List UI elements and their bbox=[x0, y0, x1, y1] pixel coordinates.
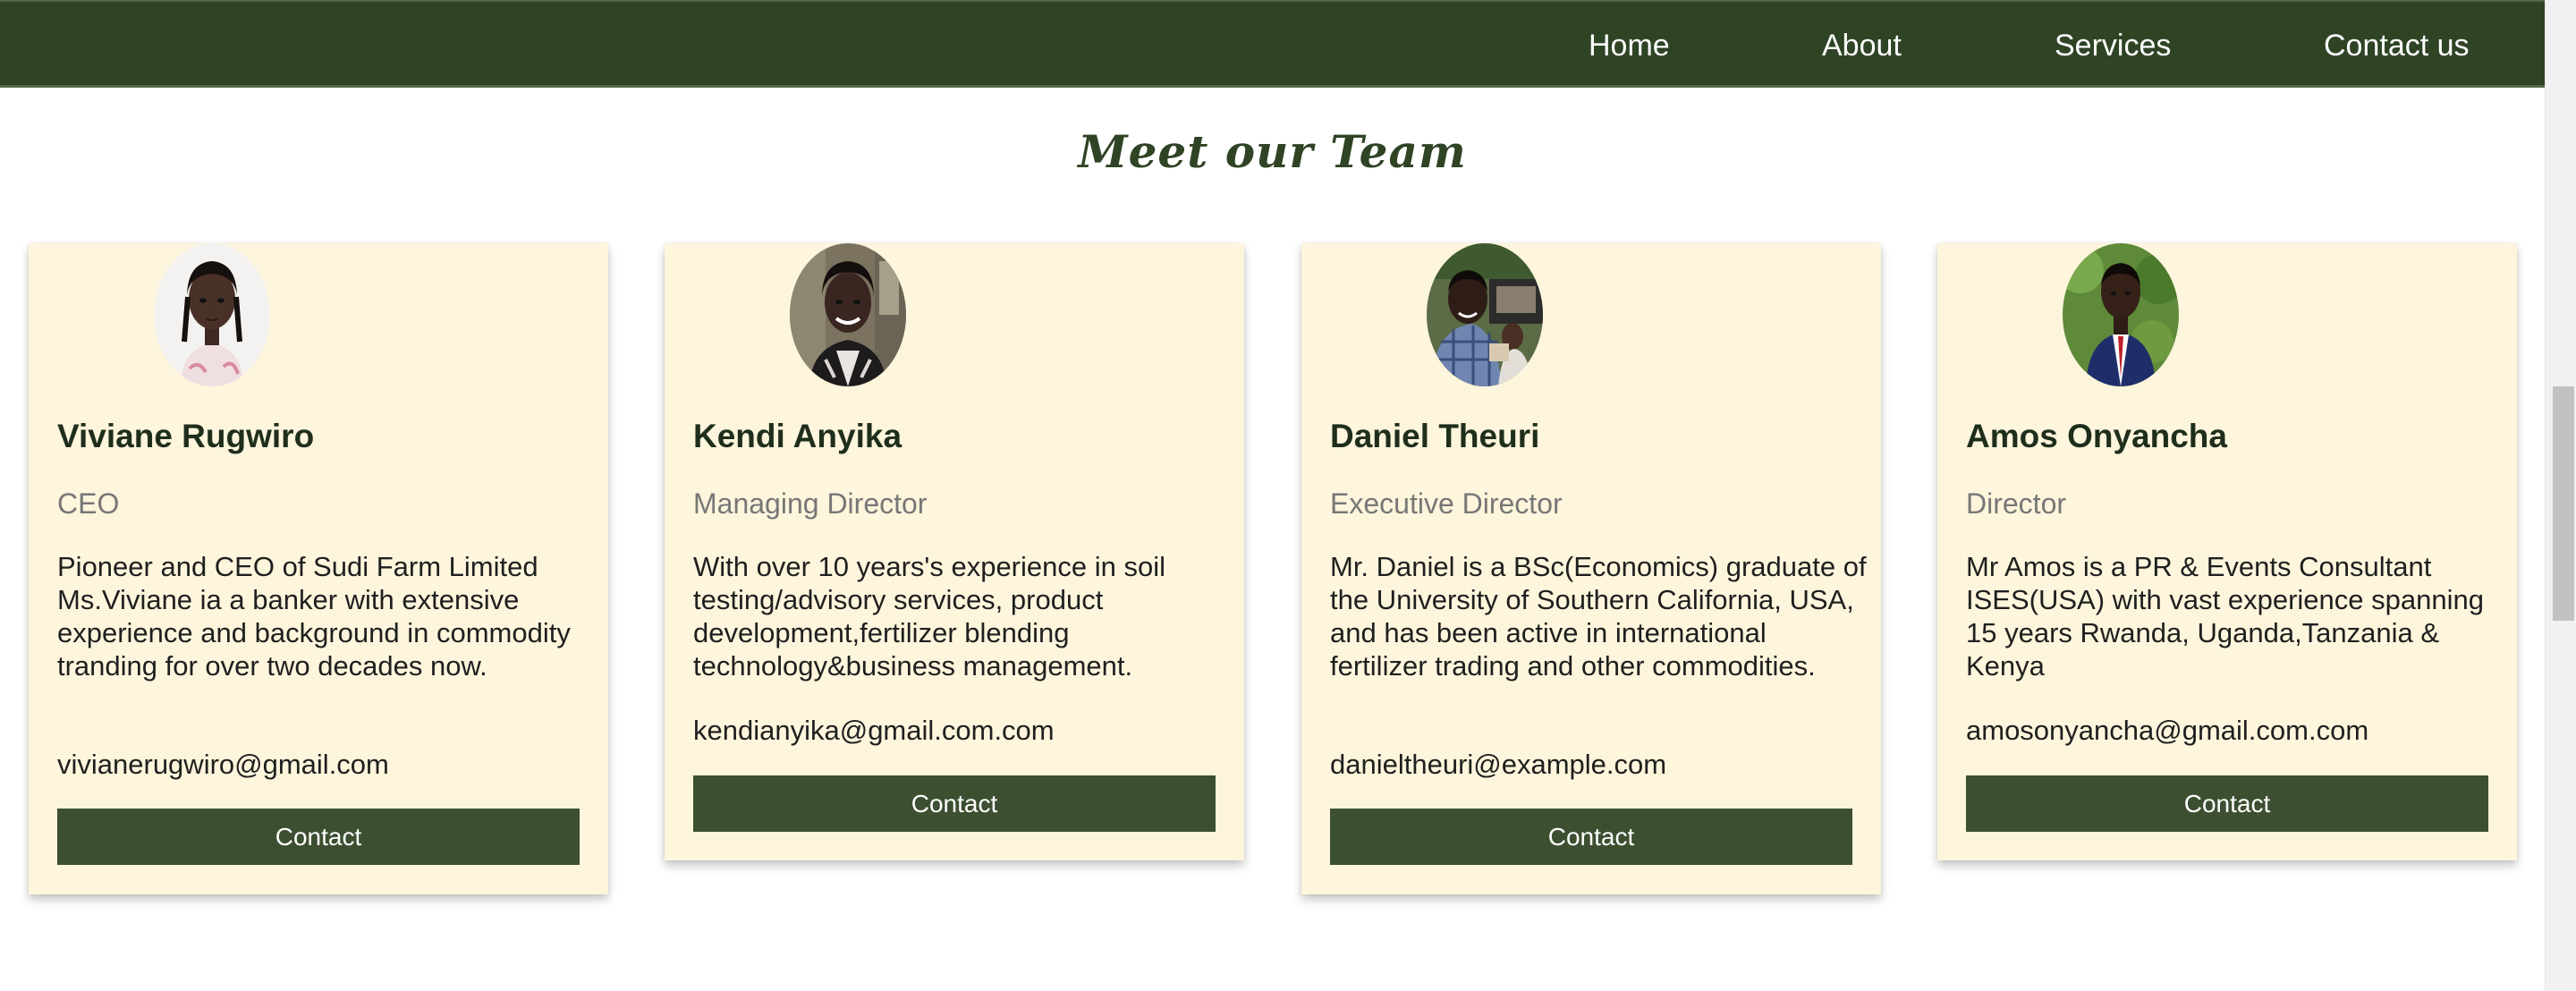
member-email[interactable]: kendianyika@gmail.com.com bbox=[693, 714, 1055, 747]
nav-link-services[interactable]: Services bbox=[2055, 28, 2171, 64]
contact-button-amos[interactable]: Contact bbox=[1966, 775, 2488, 832]
contact-button-kendi[interactable]: Contact bbox=[693, 775, 1216, 832]
nav-link-home[interactable]: Home bbox=[1589, 28, 1670, 64]
member-role: Executive Director bbox=[1330, 487, 1563, 520]
member-role: Director bbox=[1966, 487, 2067, 520]
member-role: Managing Director bbox=[693, 487, 928, 520]
team-card-kendi: Kendi Anyika Managing Director With over… bbox=[665, 243, 1244, 860]
member-name: Viviane Rugwiro bbox=[57, 418, 315, 454]
avatar-amos bbox=[2063, 243, 2179, 386]
member-email[interactable]: amosonyancha@gmail.com.com bbox=[1966, 714, 2368, 747]
member-name: Daniel Theuri bbox=[1330, 418, 1540, 454]
team-card-daniel: Daniel Theuri Executive Director Mr. Dan… bbox=[1301, 243, 1881, 894]
member-email[interactable]: danieltheuri@example.com bbox=[1330, 748, 1666, 781]
contact-button-viviane[interactable]: Contact bbox=[57, 809, 580, 865]
team-card-viviane: Viviane Rugwiro CEO Pioneer and CEO of S… bbox=[29, 243, 608, 894]
scrollbar-thumb[interactable] bbox=[2553, 386, 2574, 621]
nav-link-contact-us[interactable]: Contact us bbox=[2324, 28, 2470, 64]
contact-button-daniel[interactable]: Contact bbox=[1330, 809, 1852, 865]
member-bio: Mr Amos is a PR & Events Consultant ISES… bbox=[1966, 551, 2484, 682]
page-scrollbar[interactable] bbox=[2545, 0, 2576, 991]
member-email[interactable]: vivianerugwiro@gmail.com bbox=[57, 748, 389, 781]
member-bio: With over 10 years's experience in soil … bbox=[693, 551, 1165, 682]
member-name: Amos Onyancha bbox=[1966, 418, 2227, 454]
nav-link-about[interactable]: About bbox=[1822, 28, 1902, 64]
member-bio: Mr. Daniel is a BSc(Economics) graduate … bbox=[1330, 551, 1867, 682]
avatar-daniel bbox=[1427, 243, 1543, 386]
member-name: Kendi Anyika bbox=[693, 418, 902, 454]
avatar-viviane bbox=[154, 243, 270, 386]
section-title: Meet our Team bbox=[1078, 125, 1467, 178]
avatar-kendi bbox=[790, 243, 906, 386]
member-bio: Pioneer and CEO of Sudi Farm Limited Ms.… bbox=[57, 551, 571, 682]
top-navbar: Home About Services Contact us bbox=[0, 0, 2545, 88]
member-role: CEO bbox=[57, 487, 120, 520]
team-card-amos: Amos Onyancha Director Mr Amos is a PR &… bbox=[1937, 243, 2517, 860]
